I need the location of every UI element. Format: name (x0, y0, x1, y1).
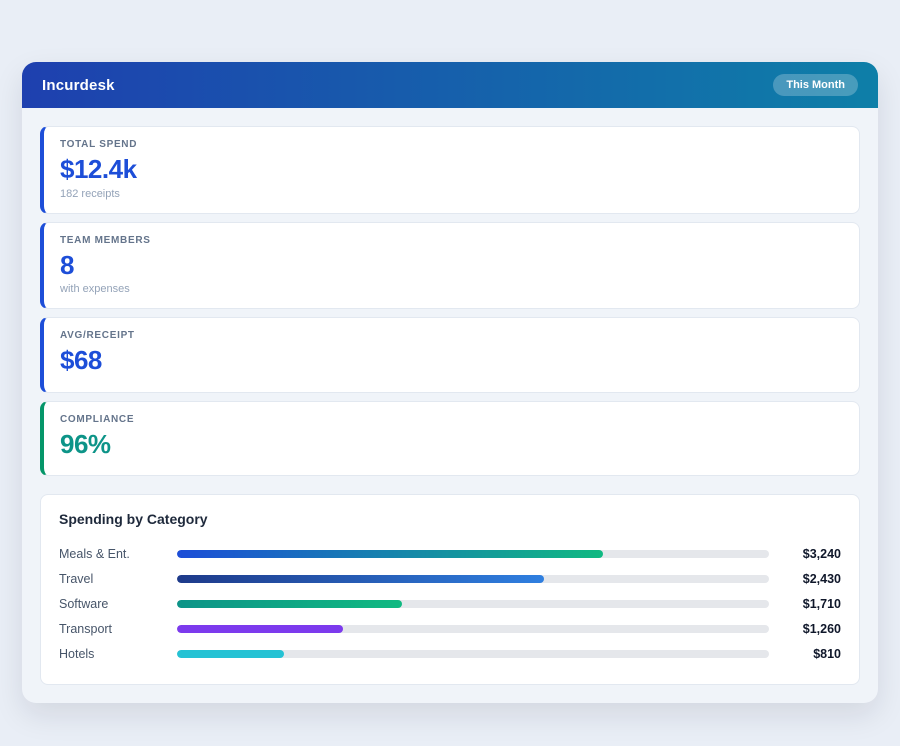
bar-fill (177, 650, 284, 658)
stat-subtext: with expenses (60, 283, 843, 295)
bar-track (177, 625, 769, 633)
category-label: Software (59, 597, 177, 611)
spending-by-category-card: Spending by Category Meals & Ent. $3,240… (40, 494, 860, 685)
stat-card-total-spend: TOTAL SPEND $12.4k 182 receipts (40, 126, 860, 214)
stat-label: TOTAL SPEND (60, 139, 843, 150)
page-background: Incurdesk This Month TOTAL SPEND $12.4k … (0, 0, 900, 746)
stat-card-team-members: TEAM MEMBERS 8 with expenses (40, 222, 860, 310)
dashboard-body: TOTAL SPEND $12.4k 182 receipts TEAM MEM… (22, 108, 878, 703)
stat-card-compliance: COMPLIANCE 96% (40, 401, 860, 477)
category-value: $3,240 (779, 547, 841, 561)
chart-row-hotels: Hotels $810 (59, 641, 841, 666)
bar-track (177, 650, 769, 658)
category-label: Travel (59, 572, 177, 586)
bar-fill (177, 550, 603, 558)
bar-track (177, 575, 769, 583)
period-badge[interactable]: This Month (773, 74, 858, 96)
category-value: $810 (779, 647, 841, 661)
category-value: $1,710 (779, 597, 841, 611)
stat-subtext: 182 receipts (60, 188, 843, 200)
bar-track (177, 600, 769, 608)
bar-fill (177, 575, 544, 583)
category-value: $2,430 (779, 572, 841, 586)
chart-row-transport: Transport $1,260 (59, 616, 841, 641)
stat-label: AVG/RECEIPT (60, 330, 843, 341)
category-label: Hotels (59, 647, 177, 661)
category-label: Transport (59, 622, 177, 636)
app-header: Incurdesk This Month (22, 62, 878, 108)
stat-value: $12.4k (60, 155, 843, 184)
stat-value: $68 (60, 346, 843, 375)
chart-row-travel: Travel $2,430 (59, 566, 841, 591)
chart-title: Spending by Category (59, 511, 841, 527)
category-value: $1,260 (779, 622, 841, 636)
stat-value: 96% (60, 430, 843, 459)
stat-value: 8 (60, 251, 843, 280)
app-title: Incurdesk (42, 77, 115, 94)
stat-label: COMPLIANCE (60, 414, 843, 425)
category-label: Meals & Ent. (59, 547, 177, 561)
incurdesk-dashboard: Incurdesk This Month TOTAL SPEND $12.4k … (22, 62, 878, 703)
chart-row-meals: Meals & Ent. $3,240 (59, 541, 841, 566)
bar-fill (177, 600, 402, 608)
chart-row-software: Software $1,710 (59, 591, 841, 616)
bar-track (177, 550, 769, 558)
stat-card-avg-receipt: AVG/RECEIPT $68 (40, 317, 860, 393)
stat-label: TEAM MEMBERS (60, 235, 843, 246)
bar-fill (177, 625, 343, 633)
